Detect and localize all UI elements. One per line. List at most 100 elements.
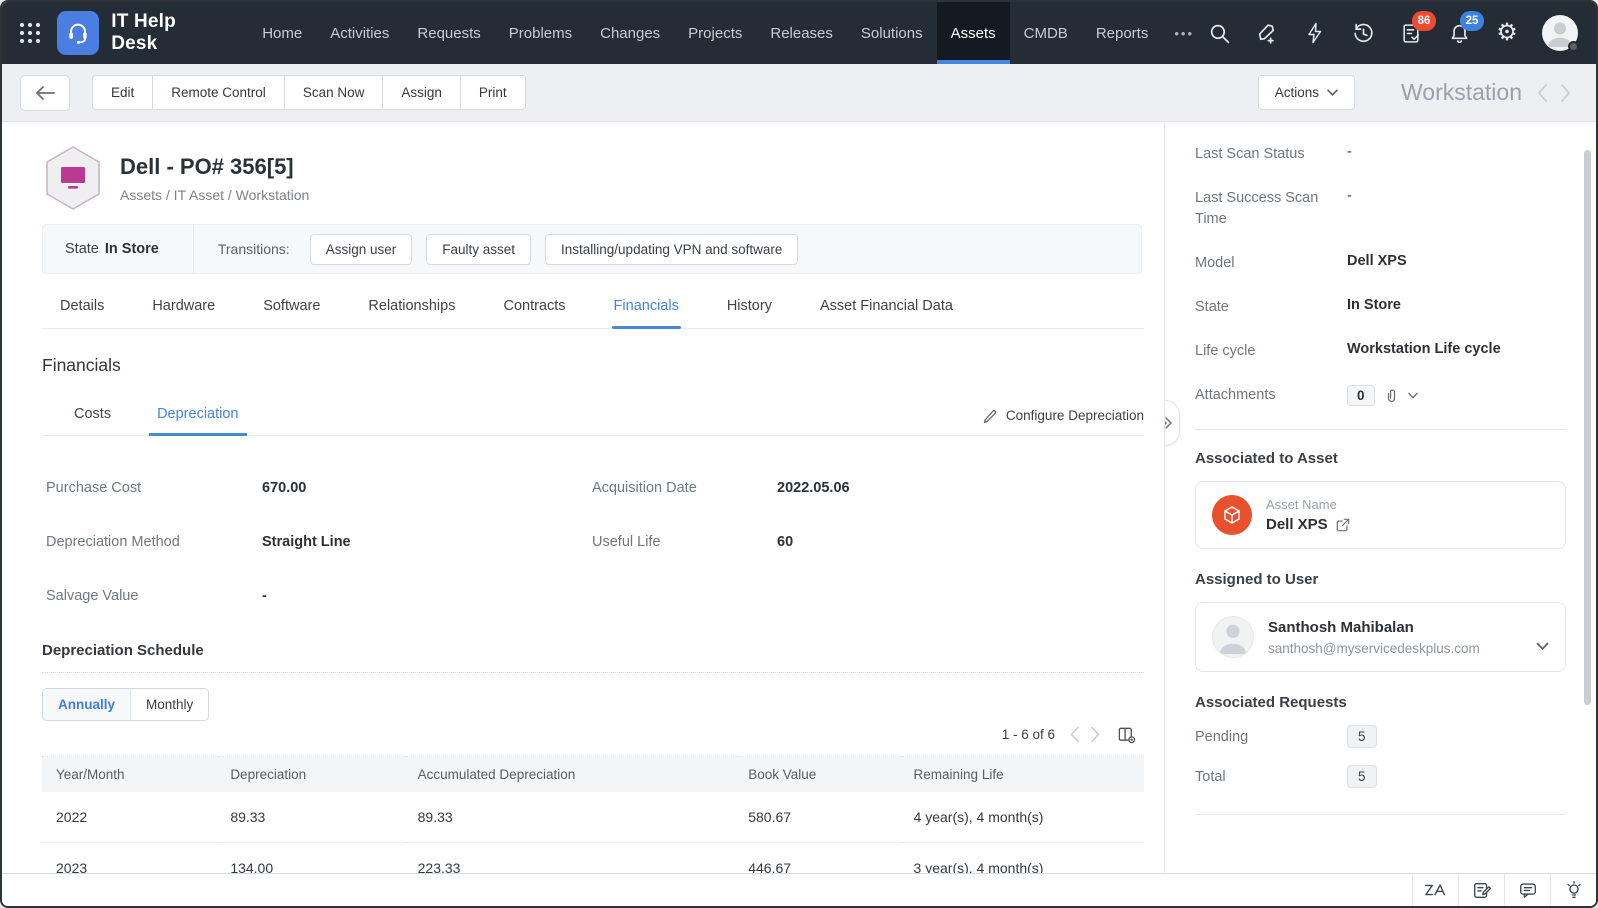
helpdesk-logo-icon[interactable] [57, 11, 100, 55]
column-settings-icon[interactable] [1117, 725, 1136, 744]
cell-depreciation: 134.00 [218, 842, 406, 873]
workstation-asset-icon [42, 145, 104, 211]
subtab-costs[interactable]: Costs [72, 396, 113, 435]
nav-item-requests[interactable]: Requests [403, 2, 494, 64]
column-header-year-month[interactable]: Year/Month [42, 756, 219, 792]
nav-item-cmdb[interactable]: CMDB [1010, 2, 1082, 64]
nav-more-icon[interactable]: ••• [1162, 2, 1206, 64]
chevron-down-icon[interactable] [1407, 392, 1418, 399]
associated-requests-heading: Associated Requests [1195, 694, 1347, 712]
back-button[interactable] [20, 74, 70, 111]
assign-button[interactable]: Assign [383, 75, 461, 110]
quick-actions-zap-icon[interactable] [1302, 20, 1328, 46]
subtab-depreciation[interactable]: Depreciation [149, 396, 247, 436]
column-header-remaining-life[interactable]: Remaining Life [901, 756, 1144, 792]
associated-asset-name[interactable]: Dell XPS [1266, 516, 1328, 533]
divider [192, 224, 194, 274]
transitions-label: Transitions: [217, 241, 290, 257]
total-count-badge[interactable]: 5 [1347, 765, 1377, 789]
nav-item-reports[interactable]: Reports [1082, 2, 1163, 64]
app-title: IT Help Desk [111, 11, 176, 54]
acquisition-date-value: 2022.05.06 [777, 480, 850, 496]
nav-item-projects[interactable]: Projects [674, 2, 756, 64]
toggle-monthly[interactable]: Monthly [131, 689, 208, 720]
assigned-user-email: santhosh@myservicedeskplus.com [1268, 640, 1480, 656]
asset-summary-sidebar: Last Scan Status - Last Success Scan Tim… [1165, 122, 1596, 873]
transition-faulty-asset-button[interactable]: Faulty asset [426, 233, 532, 265]
nav-item-assets[interactable]: Assets [936, 2, 1010, 64]
notifications-bell-icon[interactable]: 25 [1446, 11, 1484, 46]
history-icon[interactable] [1350, 20, 1376, 46]
breadcrumb[interactable]: Assets / IT Asset / Workstation [120, 187, 309, 203]
tab-asset-financial-data[interactable]: Asset Financial Data [818, 282, 955, 328]
configure-depreciation-link[interactable]: Configure Depreciation [982, 407, 1144, 435]
approvals-tasks-icon[interactable]: 86 [1398, 11, 1436, 46]
table-row[interactable]: 2022 89.33 89.33 580.67 4 year(s), 4 mon… [42, 792, 1144, 843]
notes-edit-icon[interactable] [1458, 874, 1504, 906]
tab-hardware[interactable]: Hardware [150, 282, 217, 328]
nav-item-solutions[interactable]: Solutions [847, 2, 937, 64]
tab-contracts[interactable]: Contracts [501, 282, 567, 328]
sidebar-field-life-cycle: Life cycle Workstation Life cycle [1195, 341, 1566, 362]
search-icon[interactable] [1206, 20, 1232, 46]
record-toolbar: Edit Remote Control Scan Now Assign Prin… [2, 64, 1596, 122]
assigned-to-user-heading: Assigned to User [1195, 571, 1319, 589]
associated-asset-card[interactable]: Asset Name Dell XPS [1195, 481, 1566, 550]
record-pager [1536, 83, 1572, 103]
tab-history[interactable]: History [725, 282, 774, 328]
lightbulb-tips-icon[interactable] [1550, 874, 1596, 906]
transition-assign-user-button[interactable]: Assign user [309, 233, 413, 265]
cell-year: 2022 [42, 792, 219, 843]
external-link-icon[interactable] [1336, 518, 1350, 532]
notifications-badge[interactable]: 25 [1460, 11, 1484, 31]
sidebar-scrollbar[interactable] [1584, 150, 1591, 705]
paperclip-icon[interactable] [1383, 387, 1400, 404]
attachments-count-badge[interactable]: 0 [1347, 385, 1375, 407]
nav-item-changes[interactable]: Changes [586, 2, 674, 64]
financials-section-title: Financials [42, 355, 121, 375]
next-record-icon[interactable] [1559, 83, 1572, 103]
column-header-book-value[interactable]: Book Value [736, 756, 902, 792]
nav-item-activities[interactable]: Activities [316, 2, 403, 64]
column-header-accumulated-depreciation[interactable]: Accumulated Depreciation [405, 756, 737, 792]
tab-software[interactable]: Software [261, 282, 322, 328]
quick-add-icon[interactable] [1254, 20, 1280, 46]
user-avatar[interactable] [1542, 15, 1579, 52]
chevron-down-icon[interactable] [1536, 638, 1549, 658]
bottom-status-bar [2, 873, 1596, 906]
actions-dropdown-button[interactable]: Actions [1257, 75, 1355, 110]
cell-remaining-life: 3 year(s), 4 month(s) [901, 842, 1144, 873]
sidebar-collapse-icon[interactable] [1165, 400, 1180, 446]
nav-item-problems[interactable]: Problems [495, 2, 586, 64]
configure-depreciation-label: Configure Depreciation [1005, 407, 1144, 423]
table-row[interactable]: 2023 134.00 223.33 446.67 3 year(s), 4 m… [42, 842, 1144, 873]
scan-now-button[interactable]: Scan Now [284, 75, 384, 110]
edit-button[interactable]: Edit [92, 75, 154, 110]
toggle-annually[interactable]: Annually [43, 689, 132, 720]
assigned-user-card[interactable]: Santhosh Mahibalan santhosh@myservicedes… [1195, 602, 1566, 673]
tab-relationships[interactable]: Relationships [366, 282, 457, 328]
field-label: State [1195, 299, 1229, 316]
nav-item-releases[interactable]: Releases [756, 2, 847, 64]
chat-icon[interactable] [1504, 874, 1550, 906]
financials-subtabs: Costs Depreciation Configure Depreciatio… [42, 396, 1144, 436]
cell-remaining-life: 4 year(s), 4 month(s) [901, 792, 1144, 843]
transition-installing-vpn-button[interactable]: Installing/updating VPN and software [545, 233, 799, 265]
remote-control-button[interactable]: Remote Control [153, 75, 285, 110]
depreciation-schedule-title: Depreciation Schedule [42, 642, 1144, 673]
sidebar-field-last-success-scan-time: Last Success Scan Time - [1195, 188, 1566, 230]
pending-count-badge[interactable]: 5 [1347, 725, 1377, 749]
app-grid-icon[interactable] [2, 2, 57, 64]
zia-assistant-icon[interactable] [1412, 874, 1458, 906]
settings-gear-icon[interactable]: ⚙ [1494, 20, 1520, 46]
print-button[interactable]: Print [460, 75, 526, 110]
column-header-depreciation[interactable]: Depreciation [218, 756, 406, 792]
nav-item-home[interactable]: Home [248, 2, 316, 64]
page-next-icon[interactable] [1090, 726, 1101, 743]
tab-financials[interactable]: Financials [611, 282, 682, 329]
cell-book-value: 580.67 [736, 792, 902, 843]
page-previous-icon[interactable] [1069, 726, 1080, 743]
previous-record-icon[interactable] [1536, 83, 1549, 103]
tab-details[interactable]: Details [58, 282, 106, 328]
approvals-badge[interactable]: 86 [1412, 11, 1436, 31]
